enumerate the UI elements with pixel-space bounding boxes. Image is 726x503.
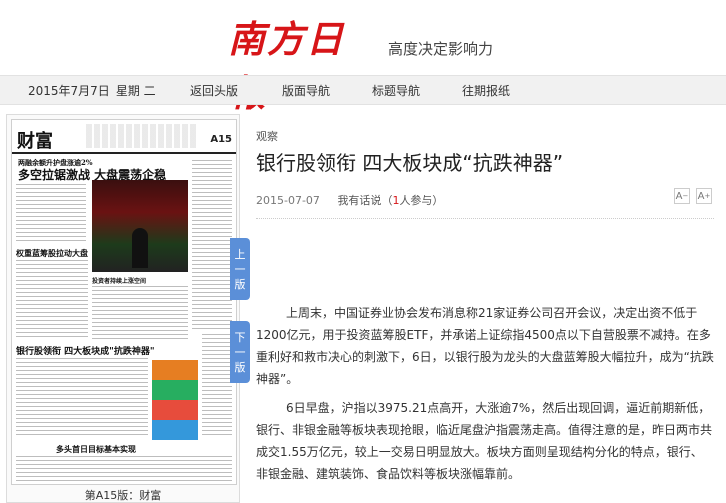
article-kicker: 观察: [256, 130, 278, 143]
pager-char: 一: [234, 262, 246, 276]
participants-prefix: （: [381, 194, 393, 207]
comment-label: 我有话说: [337, 194, 382, 207]
thumb-page-number: A15: [210, 134, 232, 145]
pager-char: 一: [234, 345, 246, 359]
issue-date: 2015年7月7日 星期 二: [28, 82, 156, 99]
thumb-section-title: 财富: [17, 131, 53, 152]
thumb-text-column: [16, 358, 148, 438]
article-paragraph: 6日早盘，沪指以3975.21点高开，大涨逾7%，然后出现回调，逼近前期新低，银…: [256, 401, 713, 481]
pager-char: 版: [234, 277, 246, 291]
date-text: 2015年7月7日: [28, 84, 110, 98]
nav-past-issues[interactable]: 往期报纸: [462, 82, 510, 99]
font-larger-label: A: [697, 190, 705, 202]
page-thumbnail[interactable]: 财富 A15 两融余额升护盘涨逾2% 多空拉锯激战 大盘震荡企稳 权重蓝筹股拉动…: [11, 119, 237, 485]
thumb-photo: [92, 180, 188, 272]
prev-page-button[interactable]: 上 一 版: [230, 238, 250, 300]
font-size-controls: A − A +: [674, 188, 712, 204]
nav-back-to-front[interactable]: 返回头版: [190, 82, 238, 99]
thumb-headline[interactable]: 投资者持续上涨空间: [92, 276, 146, 285]
meta-divider: [256, 218, 714, 219]
thumb-text-column: [202, 334, 232, 438]
nav-bar: 2015年7月7日 星期 二 返回头版 版面导航 标题导航 往期报纸: [0, 75, 726, 105]
plus-icon: +: [704, 192, 711, 200]
thumb-text-column: [16, 184, 86, 244]
thumb-ad-strip: [86, 124, 196, 148]
thumb-text-column: [92, 286, 188, 340]
article-paragraph: 上周末，中国证券业协会发布消息称21家证券公司召开会议，决定出资不低于1200亿…: [256, 306, 714, 386]
newspaper-logo[interactable]: 南方日報: [228, 12, 380, 115]
article-body: 上周末，中国证券业协会发布消息称21家证券公司召开会议，决定出资不低于1200亿…: [256, 302, 714, 492]
participants-suffix: 人参与）: [399, 194, 444, 207]
nav-title-navigation[interactable]: 标题导航: [372, 82, 420, 99]
article: 观察 银行股领衔 四大板块成“抗跌神器” 2015-07-07 我有话说（1人参…: [256, 114, 718, 503]
font-smaller-label: A: [675, 190, 683, 202]
article-title: 银行股领衔 四大板块成“抗跌神器”: [256, 151, 564, 175]
thumb-headline[interactable]: 银行股领衔 四大板块成"抗跌神器": [16, 344, 155, 357]
nav-page-navigation[interactable]: 版面导航: [282, 82, 330, 99]
masthead: 南方日報 高度决定影响力: [0, 0, 726, 115]
thumb-text-column: [192, 160, 232, 330]
thumb-infographic: [152, 360, 198, 440]
weekday-text: 星期 二: [115, 84, 156, 98]
slogan: 高度决定影响力: [388, 40, 494, 58]
pager-char: 上: [234, 247, 246, 261]
pager-char: 下: [234, 330, 246, 344]
minus-icon: −: [682, 192, 689, 200]
thumb-header: 财富 A15: [12, 120, 236, 154]
thumb-text-column: [16, 260, 88, 340]
thumb-headline[interactable]: 权重蓝筹股拉动大盘: [16, 248, 88, 259]
thumb-text-column: [16, 456, 232, 484]
article-meta: 2015-07-07 我有话说（1人参与）: [256, 192, 443, 208]
thumb-headline[interactable]: 多头首日目标基本实现: [56, 444, 136, 455]
next-page-button[interactable]: 下 一 版: [230, 321, 250, 383]
comment-link[interactable]: 我有话说（1人参与）: [337, 194, 443, 207]
page-caption: 第A15版：财富: [84, 489, 162, 502]
font-smaller-button[interactable]: A −: [674, 188, 690, 204]
page-preview: 财富 A15 两融余额升护盘涨逾2% 多空拉锯激战 大盘震荡企稳 权重蓝筹股拉动…: [6, 114, 240, 503]
article-date: 2015-07-07: [256, 194, 320, 207]
font-larger-button[interactable]: A +: [696, 188, 712, 204]
pager-char: 版: [234, 360, 246, 374]
